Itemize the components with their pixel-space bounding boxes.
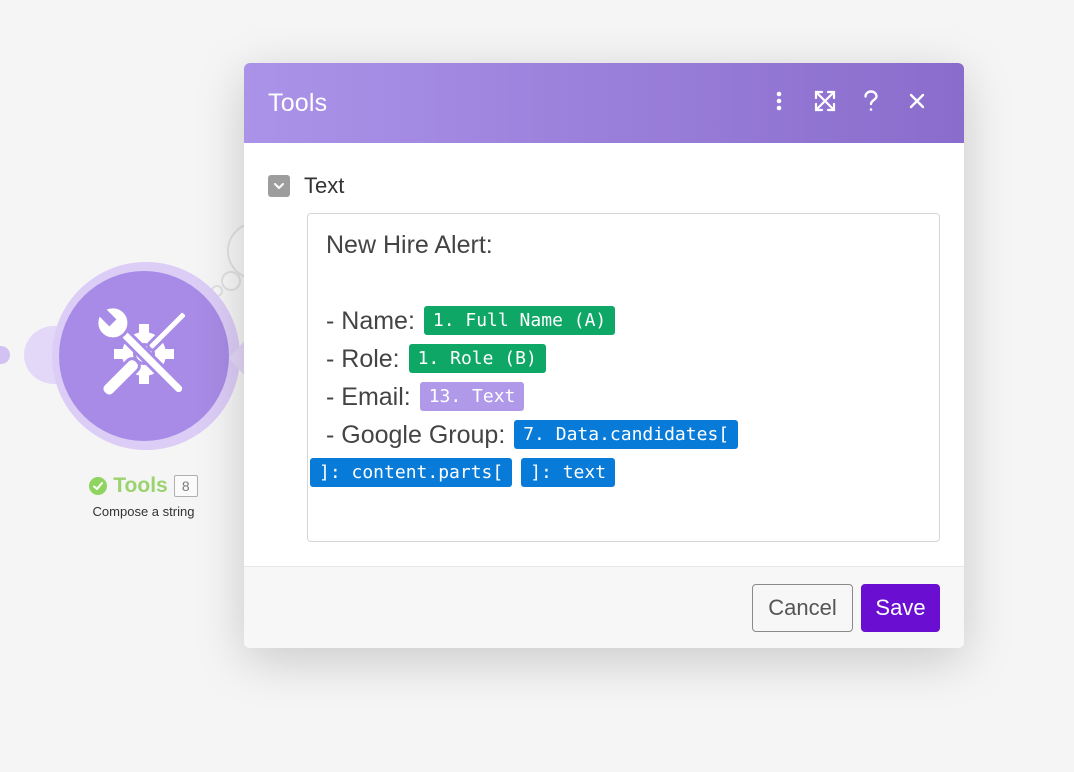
module-id-badge: 8 <box>173 475 198 497</box>
mapped-variable-pill[interactable]: ]: text <box>521 457 616 487</box>
email-label: - Email: <box>326 383 418 411</box>
more-vertical-icon <box>776 91 782 116</box>
expand-button[interactable] <box>802 83 848 123</box>
editor-line-email: - Email: 13. Text <box>326 378 921 416</box>
module-title[interactable]: Tools <box>113 474 167 498</box>
text-field-row: Text <box>268 173 940 199</box>
help-icon <box>863 89 879 117</box>
module-output-arrow <box>229 340 245 376</box>
connection-dot <box>0 346 10 364</box>
expand-icon <box>814 90 836 117</box>
save-button[interactable]: Save <box>861 583 940 632</box>
module-settings-dialog: Tools Text New Hire Alert: - Name: 1. Fu… <box>244 63 964 648</box>
editor-line-group-cont: ]: content.parts[ ]: text <box>310 454 921 492</box>
mapped-variable-pill[interactable]: 13. Text <box>419 381 525 411</box>
check-circle-icon <box>89 477 108 495</box>
text-editor[interactable]: New Hire Alert: - Name: 1. Full Name (A)… <box>307 213 940 542</box>
mapped-variable-pill[interactable]: ]: content.parts[ <box>310 457 513 487</box>
chevron-down-icon <box>273 177 285 195</box>
editor-line-empty <box>326 264 921 302</box>
field-collapse-toggle[interactable] <box>268 175 290 197</box>
role-label: - Role: <box>326 345 407 373</box>
name-label: - Name: <box>326 307 422 335</box>
help-button[interactable] <box>848 83 894 123</box>
mapped-variable-pill[interactable]: 7. Data.candidates[ <box>514 419 739 449</box>
dialog-header: Tools <box>244 63 964 143</box>
group-label: - Google Group: <box>326 421 513 449</box>
module-node[interactable] <box>59 271 229 441</box>
text-field-label: Text <box>304 173 345 198</box>
cancel-button[interactable]: Cancel <box>752 583 853 632</box>
editor-line-role: - Role: 1. Role (B) <box>326 340 921 378</box>
editor-line-group: - Google Group: 7. Data.candidates[ <box>326 416 921 454</box>
mapped-variable-pill[interactable]: 1. Role (B) <box>408 343 546 373</box>
more-options-button[interactable] <box>756 83 802 123</box>
tools-icon <box>84 294 204 419</box>
dialog-title: Tools <box>268 88 328 117</box>
thought-bubble-medium <box>221 271 241 291</box>
editor-line-title: New Hire Alert: <box>326 231 493 259</box>
editor-line-name: - Name: 1. Full Name (A) <box>326 302 921 340</box>
close-icon <box>909 93 925 114</box>
dialog-footer: Cancel Save <box>244 566 964 648</box>
mapped-variable-pill[interactable]: 1. Full Name (A) <box>423 305 616 335</box>
dialog-body: Text New Hire Alert: - Name: 1. Full Nam… <box>244 143 964 567</box>
close-button[interactable] <box>894 83 940 123</box>
